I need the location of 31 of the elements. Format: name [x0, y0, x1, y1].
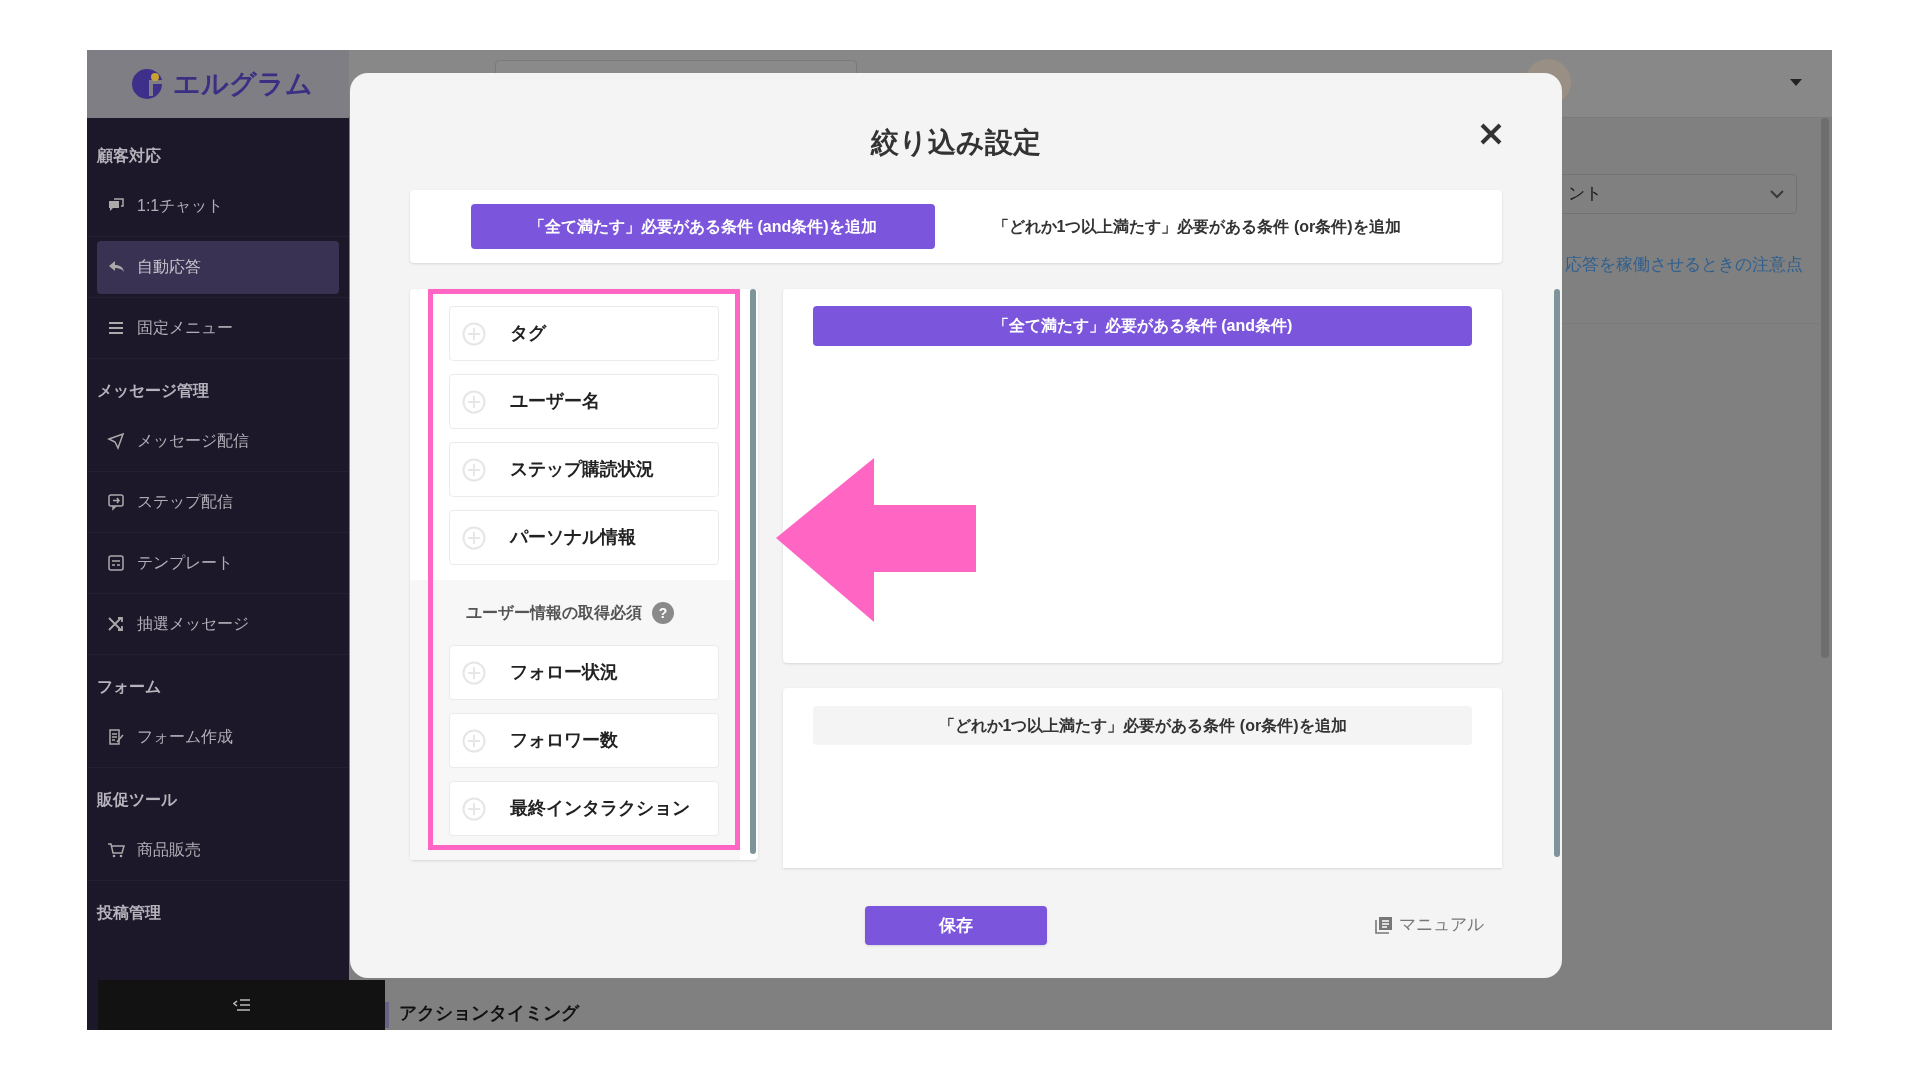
panel-header: 「全て満たす」必要がある条件 (and条件) [813, 306, 1472, 346]
section-heading: メッセージ管理 [96, 381, 210, 401]
condition-item[interactable]: フォロワー数 [449, 713, 719, 768]
panel-header: 「どれか1つ以上満たす」必要がある条件 (or条件)を追加 [813, 706, 1472, 745]
sidebar-item[interactable]: フォーム作成 [97, 710, 339, 764]
section-heading: 投稿管理 [95, 903, 162, 923]
tab[interactable]: 「全て満たす」必要がある条件 (and条件)を追加 [471, 204, 935, 249]
sidebar-item[interactable]: 自動応答 [97, 240, 339, 294]
condition-item[interactable]: タグ [449, 306, 719, 361]
section-heading: 顧客対応 [95, 146, 162, 166]
section-heading: 販促ツール [96, 790, 178, 810]
logo-text: エルグラム [173, 67, 313, 101]
group-label: ユーザー情報の取得必須 [466, 603, 642, 623]
sidebar-item[interactable]: 抽選メッセージ [97, 597, 339, 651]
modal-title: 絞り込み設定 [871, 125, 1041, 160]
condition-item[interactable]: 最終インタラクション [449, 781, 719, 836]
sidebar-item[interactable]: ステップ配信 [97, 475, 339, 529]
sidebar-item[interactable]: テンプレート [97, 536, 339, 590]
section-heading: フォーム [96, 677, 162, 697]
sidebar-item[interactable]: 商品販売 [97, 823, 339, 877]
sidebar-item[interactable]: メッセージ配信 [97, 414, 339, 468]
section-heading: アクションタイミング [399, 1004, 579, 1022]
condition-item[interactable]: パーソナル情報 [449, 510, 719, 565]
save-button[interactable]: 保存 [865, 906, 1047, 945]
sidebar-item[interactable]: 固定メニュー [97, 301, 339, 355]
sidebar-item[interactable]: 1:1チャット [97, 179, 339, 233]
condition-item[interactable]: ユーザー名 [449, 374, 719, 429]
condition-item[interactable]: ステップ購読状況 [449, 442, 719, 497]
condition-item[interactable]: フォロー状況 [449, 645, 719, 700]
tab[interactable]: 「どれか1つ以上満たす」必要がある条件 (or条件)を追加 [980, 204, 1413, 249]
manual-link[interactable]: マニュアル [1375, 912, 1484, 938]
